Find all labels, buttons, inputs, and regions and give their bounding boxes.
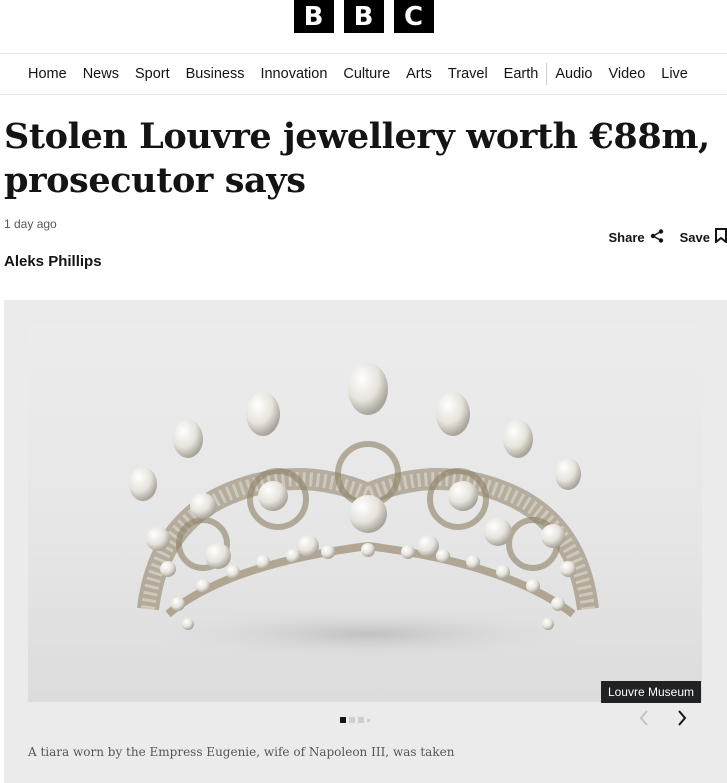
tiara-photo xyxy=(129,363,599,662)
logo-letter: C xyxy=(393,0,434,33)
image-caption: A tiara worn by the Empress Eugenie, wif… xyxy=(28,745,455,759)
nav-item-live[interactable]: Live xyxy=(653,66,696,82)
nav-item-innovation[interactable]: Innovation xyxy=(252,66,335,82)
nav-item-video[interactable]: Video xyxy=(600,66,653,82)
main-nav: Home News Sport Business Innovation Cult… xyxy=(0,53,727,95)
nav-item-home[interactable]: Home xyxy=(20,66,75,82)
article-meta: 1 day ago Share Save xyxy=(0,213,727,253)
image-credit: Louvre Museum xyxy=(600,681,701,703)
save-label: Save xyxy=(679,229,710,245)
chevron-right-icon xyxy=(677,709,687,731)
gallery-image[interactable] xyxy=(28,324,702,702)
nav-item-audio[interactable]: Audio xyxy=(547,66,600,82)
chevron-left-icon xyxy=(639,709,649,731)
article-actions: Share Save xyxy=(608,228,727,246)
bbc-logo[interactable]: B B C xyxy=(0,0,727,53)
nav-item-arts[interactable]: Arts xyxy=(398,66,440,82)
share-label: Share xyxy=(608,229,645,245)
bookmark-icon xyxy=(715,228,727,246)
article-author[interactable]: Aleks Phillips xyxy=(0,253,727,283)
previous-slide-button[interactable] xyxy=(632,708,656,732)
nav-item-travel[interactable]: Travel xyxy=(440,66,496,82)
slide-dot[interactable] xyxy=(349,717,355,723)
image-gallery: Louvre Museum A tiara worn by the Empres… xyxy=(4,300,727,783)
slide-dot[interactable] xyxy=(358,717,364,723)
nav-item-earth[interactable]: Earth xyxy=(496,66,547,82)
next-slide-button[interactable] xyxy=(670,708,694,732)
logo-letter: B xyxy=(293,0,334,33)
slide-dot-active[interactable] xyxy=(340,717,346,723)
nav-item-news[interactable]: News xyxy=(75,66,127,82)
logo-letter: B xyxy=(343,0,384,33)
nav-item-culture[interactable]: Culture xyxy=(335,66,398,82)
article-headline: Stolen Louvre jewellery worth €88m, pros… xyxy=(4,116,710,201)
article-timestamp: 1 day ago xyxy=(4,217,57,231)
save-button[interactable]: Save xyxy=(680,228,727,246)
slide-indicator xyxy=(340,717,370,723)
share-button[interactable]: Share xyxy=(608,228,664,246)
nav-item-sport[interactable]: Sport xyxy=(127,66,178,82)
slide-dot[interactable] xyxy=(367,718,370,722)
share-icon xyxy=(650,228,664,246)
nav-item-business[interactable]: Business xyxy=(178,66,253,82)
